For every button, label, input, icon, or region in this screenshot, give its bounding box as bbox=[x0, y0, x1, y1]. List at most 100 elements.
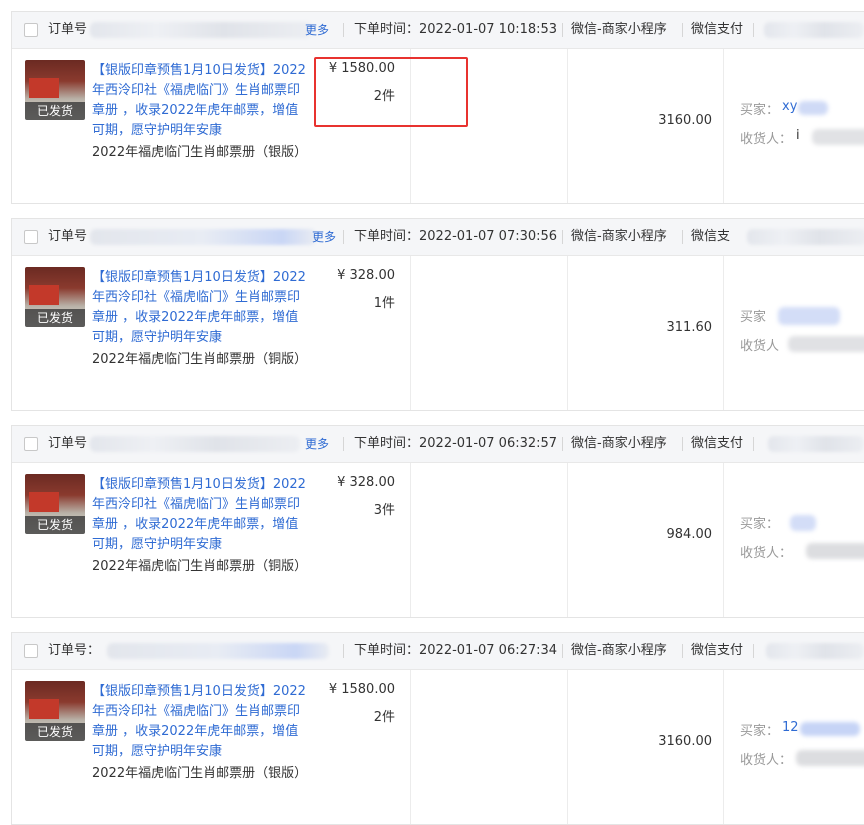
product-title-link[interactable]: 【银版印章预售1月10日发货】2022年西泠印社《福虎临门》生肖邮票印章册 ，收… bbox=[92, 61, 307, 141]
receiver-label: 收货人： bbox=[740, 546, 793, 561]
product-image-detail bbox=[29, 492, 59, 512]
divider bbox=[410, 256, 411, 410]
order-checkbox[interactable] bbox=[24, 23, 38, 37]
divider bbox=[562, 644, 563, 658]
order-card: 订单号 更多 下单时间：2022-01-07 06:32:57 微信-商家小程序… bbox=[11, 425, 864, 618]
divider bbox=[562, 23, 563, 37]
divider bbox=[723, 463, 724, 617]
order-source: 微信-商家小程序 bbox=[571, 22, 667, 37]
order-card: 订单号 更多 下单时间：2022-01-07 07:30:56 微信-商家小程序… bbox=[11, 218, 864, 411]
header-redacted bbox=[764, 22, 864, 38]
header-redacted bbox=[747, 229, 864, 245]
receiver-label: 收货人 bbox=[740, 339, 780, 354]
order-number-label: 订单号 bbox=[48, 436, 88, 451]
order-header: 订单号： 下单时间：2022-01-07 06:27:34 微信-商家小程序 微… bbox=[12, 633, 864, 670]
shipped-tag: 已发货 bbox=[25, 309, 85, 327]
divider bbox=[682, 23, 683, 37]
buyer-label: 买家 bbox=[740, 310, 767, 325]
divider bbox=[410, 463, 411, 617]
receiver-label: 收货人： bbox=[740, 132, 793, 147]
order-checkbox[interactable] bbox=[24, 437, 38, 451]
order-total: 3160.00 bbox=[658, 734, 712, 749]
order-number-label: 订单号 bbox=[48, 22, 88, 37]
order-time: 下单时间：2022-01-07 06:32:57 bbox=[354, 436, 558, 451]
divider bbox=[753, 644, 754, 658]
divider bbox=[723, 256, 724, 410]
shipped-tag: 已发货 bbox=[25, 723, 85, 741]
divider bbox=[682, 437, 683, 451]
receiver-redacted bbox=[788, 336, 864, 352]
product-title-link[interactable]: 【银版印章预售1月10日发货】2022年西泠印社《福虎临门》生肖邮票印章册 ，收… bbox=[92, 682, 307, 762]
product-image[interactable]: 已发货 bbox=[25, 60, 85, 120]
product-sku: 2022年福虎临门生肖邮票册（铜版） bbox=[92, 352, 308, 367]
divider bbox=[343, 230, 344, 244]
divider bbox=[562, 437, 563, 451]
payment-method: 微信支付 bbox=[691, 643, 744, 658]
order-header: 订单号 更多 下单时间：2022-01-07 10:18:53 微信-商家小程序… bbox=[12, 12, 864, 49]
buyer-label: 买家： bbox=[740, 724, 780, 739]
more-link[interactable]: 更多 bbox=[305, 12, 329, 48]
receiver-redacted bbox=[812, 129, 864, 145]
payment-method: 微信支付 bbox=[691, 436, 744, 451]
order-time: 下单时间：2022-01-07 06:27:34 bbox=[354, 643, 558, 658]
order-card: 订单号： 下单时间：2022-01-07 06:27:34 微信-商家小程序 微… bbox=[11, 632, 864, 825]
order-time: 下单时间：2022-01-07 07:30:56 bbox=[354, 229, 558, 244]
order-total: 311.60 bbox=[666, 320, 713, 335]
order-number-label: 订单号： bbox=[48, 643, 101, 658]
buyer-redacted bbox=[790, 515, 816, 531]
order-source: 微信-商家小程序 bbox=[571, 436, 667, 451]
buyer-label: 买家： bbox=[740, 103, 780, 118]
order-checkbox[interactable] bbox=[24, 230, 38, 244]
order-body: 已发货 【银版印章预售1月10日发货】2022年西泠印社《福虎临门》生肖邮票印章… bbox=[12, 463, 864, 617]
product-image-detail bbox=[29, 699, 59, 719]
payment-method: 微信支 bbox=[691, 229, 731, 244]
quantity: 1件 bbox=[373, 296, 395, 311]
quantity: 3件 bbox=[373, 503, 395, 518]
order-number-redacted bbox=[107, 643, 329, 659]
buyer-name-link[interactable]: xy bbox=[782, 99, 797, 114]
product-sku: 2022年福虎临门生肖邮票册（银版） bbox=[92, 766, 308, 781]
divider bbox=[343, 437, 344, 451]
order-body: 已发货 【银版印章预售1月10日发货】2022年西泠印社《福虎临门》生肖邮票印章… bbox=[12, 670, 864, 824]
product-image-detail bbox=[29, 285, 59, 305]
order-number-redacted bbox=[90, 436, 300, 452]
order-number-redacted bbox=[90, 229, 316, 245]
header-redacted bbox=[768, 436, 864, 452]
divider bbox=[753, 437, 754, 451]
divider bbox=[343, 23, 344, 37]
receiver-redacted bbox=[806, 543, 864, 559]
buyer-redacted bbox=[800, 722, 860, 736]
product-sku: 2022年福虎临门生肖邮票册（银版） bbox=[92, 145, 308, 160]
unit-price: ¥ 1580.00 bbox=[328, 682, 395, 697]
more-link[interactable]: 更多 bbox=[305, 426, 329, 462]
product-title-link[interactable]: 【银版印章预售1月10日发货】2022年西泠印社《福虎临门》生肖邮票印章册 ，收… bbox=[92, 268, 307, 348]
product-image[interactable]: 已发货 bbox=[25, 474, 85, 534]
product-image[interactable]: 已发货 bbox=[25, 681, 85, 741]
product-title-link[interactable]: 【银版印章预售1月10日发货】2022年西泠印社《福虎临门》生肖邮票印章册 ，收… bbox=[92, 475, 307, 555]
order-header: 订单号 更多 下单时间：2022-01-07 07:30:56 微信-商家小程序… bbox=[12, 219, 864, 256]
order-body: 已发货 【银版印章预售1月10日发货】2022年西泠印社《福虎临门》生肖邮票印章… bbox=[12, 256, 864, 410]
shipped-tag: 已发货 bbox=[25, 102, 85, 120]
buyer-redacted bbox=[798, 101, 828, 115]
header-redacted bbox=[766, 643, 864, 659]
product-image[interactable]: 已发货 bbox=[25, 267, 85, 327]
order-checkbox[interactable] bbox=[24, 644, 38, 658]
order-total: 3160.00 bbox=[658, 113, 712, 128]
receiver-label: 收货人： bbox=[740, 753, 793, 768]
product-sku: 2022年福虎临门生肖邮票册（铜版） bbox=[92, 559, 308, 574]
unit-price: ¥ 328.00 bbox=[337, 475, 395, 490]
divider bbox=[682, 644, 683, 658]
order-total: 984.00 bbox=[666, 527, 713, 542]
order-header: 订单号 更多 下单时间：2022-01-07 06:32:57 微信-商家小程序… bbox=[12, 426, 864, 463]
order-source: 微信-商家小程序 bbox=[571, 229, 667, 244]
buyer-label: 买家： bbox=[740, 517, 780, 532]
order-source: 微信-商家小程序 bbox=[571, 643, 667, 658]
buyer-redacted bbox=[778, 307, 840, 325]
buyer-name-link[interactable]: 12 bbox=[782, 720, 799, 735]
divider bbox=[753, 23, 754, 37]
receiver-name: i bbox=[796, 128, 800, 143]
shipped-tag: 已发货 bbox=[25, 516, 85, 534]
more-link[interactable]: 更多 bbox=[312, 219, 336, 255]
order-time: 下单时间：2022-01-07 10:18:53 bbox=[354, 22, 558, 37]
quantity: 2件 bbox=[373, 710, 395, 725]
